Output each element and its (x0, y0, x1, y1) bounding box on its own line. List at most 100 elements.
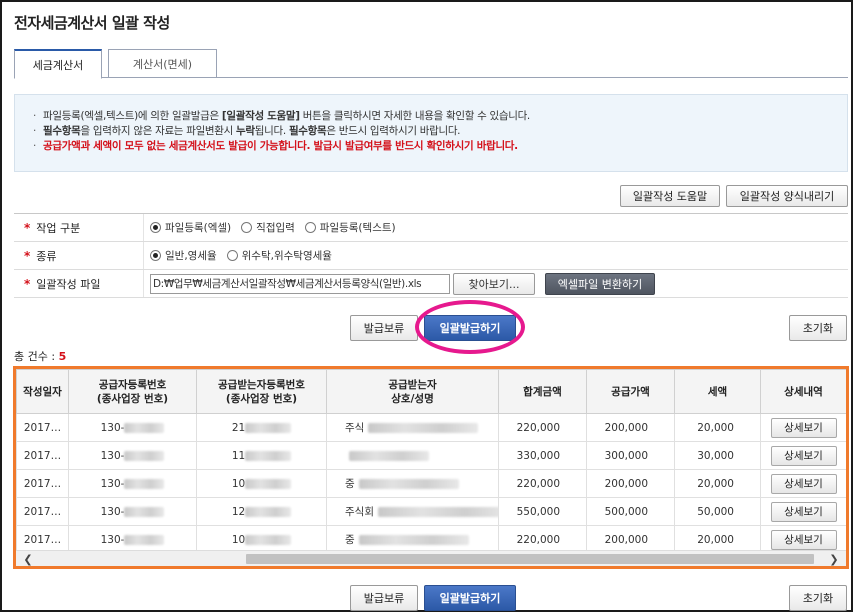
kind-options: 일반,영세율 위수탁,위수탁영세율 (144, 242, 342, 269)
cell-buyer-name: 주식회 (326, 497, 499, 526)
radio-direct-input[interactable]: 직접입력 (241, 220, 295, 235)
radio-checked-icon (150, 222, 161, 233)
detail-view-button[interactable]: 상세보기 (770, 417, 837, 438)
cell-buyer-name (326, 441, 499, 470)
cell-total: 220,000 (498, 413, 587, 442)
download-template-button[interactable]: 일괄작성 양식내리기 (726, 185, 848, 207)
required-asterisk-icon: * (24, 220, 31, 235)
cell-supplier-no: 130- (68, 469, 197, 498)
cell-supplier-no: 130- (68, 441, 197, 470)
cell-buyer-no: 11 (196, 441, 327, 470)
required-asterisk-icon: * (24, 276, 31, 291)
browse-button[interactable]: 찾아보기... (453, 272, 535, 295)
radio-unchecked-icon (241, 222, 253, 233)
cell-tax: 20,000 (674, 413, 761, 442)
cell-detail: 상세보기 (760, 413, 846, 442)
detail-view-button[interactable]: 상세보기 (770, 529, 837, 550)
input-form: * 작업 구분 파일등록(엑셀) 직접입력 파일등록(텍스트) * 종류 일반,영세… (14, 213, 848, 298)
notice-box: · 파일등록(엑셀,텍스트)에 의한 일괄발급은 [일괄작성 도움말] 버튼을 클… (14, 94, 848, 172)
bulk-issue-button-bottom[interactable]: 일괄발급하기 (424, 585, 516, 611)
cell-detail: 상세보기 (760, 469, 846, 498)
invoice-table: 작성일자 공급자등록번호 (종사업장 번호) 공급받는자등록번호 (종사업장 번호)… (16, 369, 846, 554)
hold-issue-button[interactable]: 발급보류 (350, 315, 418, 341)
cell-detail: 상세보기 (760, 441, 846, 470)
header-detail: 상세내역 (760, 369, 846, 414)
radio-file-text[interactable]: 파일등록(텍스트) (304, 220, 396, 235)
chevron-right-icon[interactable]: ❯ (826, 551, 842, 566)
scrollbar-thumb[interactable] (246, 554, 814, 564)
reset-button-bottom[interactable]: 초기화 (789, 585, 847, 611)
cell-tax: 50,000 (674, 497, 761, 526)
radio-checked-icon (150, 250, 161, 261)
convert-excel-button[interactable]: 엑셀파일 변환하기 (545, 272, 655, 295)
cell-tax: 20,000 (674, 469, 761, 498)
cell-buyer-no: 12 (196, 497, 327, 526)
radio-general[interactable]: 일반,영세율 (150, 248, 217, 263)
table-header-row: 작성일자 공급자등록번호 (종사업장 번호) 공급받는자등록번호 (종사업장 번호)… (16, 369, 846, 414)
page-title: 전자세금계산서 일괄 작성 (14, 14, 170, 32)
header-tax: 세액 (674, 369, 761, 414)
form-row-file: * 일괄작성 파일 D:₩업무₩세금계산서일괄작성₩세금계산서등록양식(일반).x… (14, 270, 848, 298)
bulk-issue-button[interactable]: 일괄발급하기 (424, 315, 516, 341)
notice-line-2: · 필수항목을 입력하지 않은 자료는 파일변환시 누락됩니다. 필수항목은 반드… (33, 125, 461, 137)
bullet-icon: · (33, 110, 37, 122)
cell-tax: 30,000 (674, 441, 761, 470)
cell-buyer-name: 중 (326, 469, 499, 498)
table-row: 2017… 130- 12 주식회 550,000 500,000 50,000 상세보기 (16, 497, 846, 526)
cell-total: 330,000 (498, 441, 587, 470)
cell-date: 2017… (16, 497, 69, 526)
notice-line-1: · 파일등록(엑셀,텍스트)에 의한 일괄발급은 [일괄작성 도움말] 버튼을 클… (33, 110, 530, 122)
notice-line-3: · 공급가액과 세액이 모두 없는 세금계산서도 발급이 가능합니다. 발급시 발… (33, 140, 518, 152)
window-frame: 전자세금계산서 일괄 작성 세금계산서 계산서(면세) · 파일등록(엑셀,텍스트… (0, 0, 853, 612)
radio-unchecked-icon (304, 222, 316, 233)
table-row: 2017… 130- 21 주식 220,000 200,000 20,000 상세보기 (16, 413, 846, 442)
form-row-kind: * 종류 일반,영세율 위수탁,위수탁영세율 (14, 242, 848, 270)
radio-consignment[interactable]: 위수탁,위수탁영세율 (226, 248, 332, 263)
help-button[interactable]: 일괄작성 도움말 (620, 185, 720, 207)
form-label: * 종류 (14, 242, 144, 269)
chevron-left-icon[interactable]: ❮ (20, 551, 36, 566)
bullet-icon: · (33, 140, 37, 152)
radio-unchecked-icon (226, 250, 238, 261)
file-controls: D:₩업무₩세금계산서일괄작성₩세금계산서등록양식(일반).xls 찾아보기..… (144, 270, 655, 297)
form-row-work-type: * 작업 구분 파일등록(엑셀) 직접입력 파일등록(텍스트) (14, 214, 848, 242)
file-path-input[interactable]: D:₩업무₩세금계산서일괄작성₩세금계산서등록양식(일반).xls (150, 273, 450, 294)
cell-supply: 300,000 (586, 441, 675, 470)
header-total: 합계금액 (498, 369, 587, 414)
bullet-icon: · (33, 125, 37, 137)
invoice-table-container: 작성일자 공급자등록번호 (종사업장 번호) 공급받는자등록번호 (종사업장 번호)… (13, 366, 849, 569)
form-label: * 작업 구분 (14, 214, 144, 241)
table-row: 2017… 130- 10 중 220,000 200,000 20,000 상세보기 (16, 469, 846, 498)
cell-date: 2017… (16, 441, 69, 470)
work-type-options: 파일등록(엑셀) 직접입력 파일등록(텍스트) (144, 214, 406, 241)
header-supplier-no: 공급자등록번호 (종사업장 번호) (68, 369, 197, 414)
total-count: 총 건수 : 5 (14, 350, 67, 363)
cell-supplier-no: 130- (68, 497, 197, 526)
cell-date: 2017… (16, 469, 69, 498)
cell-buyer-no: 21 (196, 413, 327, 442)
header-date: 작성일자 (16, 369, 69, 414)
horizontal-scrollbar[interactable]: ❮ ❯ (16, 550, 846, 566)
cell-date: 2017… (16, 413, 69, 442)
cell-detail: 상세보기 (760, 497, 846, 526)
cell-buyer-no: 10 (196, 469, 327, 498)
cell-supply: 200,000 (586, 469, 675, 498)
header-buyer-no: 공급받는자등록번호 (종사업장 번호) (196, 369, 327, 414)
detail-view-button[interactable]: 상세보기 (770, 473, 837, 494)
cell-total: 550,000 (498, 497, 587, 526)
detail-view-button[interactable]: 상세보기 (770, 501, 837, 522)
hold-issue-button-bottom[interactable]: 발급보류 (350, 585, 418, 611)
cell-supply: 500,000 (586, 497, 675, 526)
header-supply: 공급가액 (586, 369, 675, 414)
radio-file-excel[interactable]: 파일등록(엑셀) (150, 220, 231, 235)
required-asterisk-icon: * (24, 248, 31, 263)
header-buyer-name: 공급받는자 상호/성명 (326, 369, 499, 414)
tab-bar: 세금계산서 계산서(면세) (14, 49, 848, 79)
table-row: 2017… 130- 11 330,000 300,000 30,000 상세보기 (16, 441, 846, 470)
cell-supplier-no: 130- (68, 413, 197, 442)
form-label: * 일괄작성 파일 (14, 270, 144, 297)
tab-invoice-exempt[interactable]: 계산서(면세) (108, 49, 217, 78)
reset-button[interactable]: 초기화 (789, 315, 847, 341)
tab-tax-invoice[interactable]: 세금계산서 (14, 49, 102, 79)
detail-view-button[interactable]: 상세보기 (770, 445, 837, 466)
